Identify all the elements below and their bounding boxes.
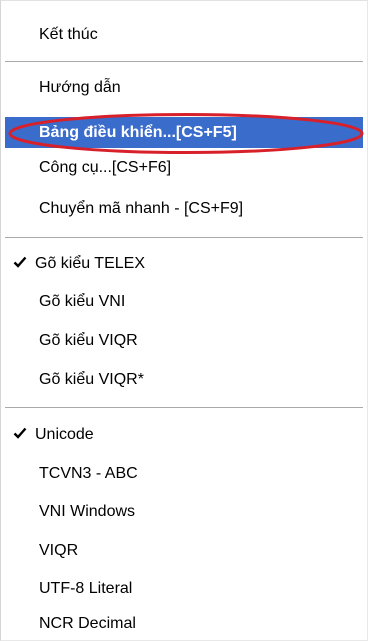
menu-item-label: Gõ kiểu VIQR*: [39, 370, 144, 388]
menu-separator: [5, 407, 363, 408]
menu-item-label: VNI Windows: [39, 502, 136, 520]
menu-item-label: Gõ kiểu TELEX: [35, 254, 145, 272]
menu-item-typing-vni[interactable]: Gõ kiểu VNI: [5, 286, 363, 317]
menu-item-typing-viqr[interactable]: Gõ kiểu VIQR: [5, 325, 363, 356]
menu-item-label: Hướng dẫn: [39, 78, 121, 96]
menu-item-charset-utf8-literal[interactable]: UTF-8 Literal: [5, 573, 363, 604]
context-menu: Kết thúc Hướng dẫn Bảng điều khiển...[CS…: [0, 0, 368, 641]
menu-item-tools[interactable]: Công cụ...[CS+F6]: [5, 152, 363, 183]
menu-item-guide[interactable]: Hướng dẫn: [5, 72, 363, 103]
menu-item-label: VIQR: [39, 541, 79, 559]
menu-item-label: TCVN3 - ABC: [39, 464, 138, 482]
menu-item-label: Chuyển mã nhanh - [CS+F9]: [39, 199, 244, 217]
menu-item-label: Gõ kiểu VNI: [39, 292, 126, 310]
menu-item-control-panel[interactable]: Bảng điều khiển...[CS+F5]: [5, 117, 363, 148]
checkmark-icon: [13, 427, 27, 439]
menu-item-exit[interactable]: Kết thúc: [5, 19, 363, 50]
menu-item-quick-convert[interactable]: Chuyển mã nhanh - [CS+F9]: [5, 193, 363, 224]
menu-item-label: Unicode: [35, 425, 94, 443]
menu-item-charset-vni-windows[interactable]: VNI Windows: [5, 496, 363, 527]
menu-item-label: Công cụ...[CS+F6]: [39, 158, 172, 176]
menu-item-label: UTF-8 Literal: [39, 579, 133, 597]
menu-separator: [5, 61, 363, 62]
menu-separator: [5, 237, 363, 238]
menu-item-charset-viqr[interactable]: VIQR: [5, 535, 363, 566]
menu-item-label: Gõ kiểu VIQR: [39, 331, 138, 349]
menu-item-typing-telex[interactable]: Gõ kiểu TELEX: [5, 248, 363, 279]
menu-item-label: NCR Decimal: [39, 614, 136, 632]
menu-item-charset-unicode[interactable]: Unicode: [5, 419, 363, 450]
menu-item-charset-ncr-decimal[interactable]: NCR Decimal: [5, 608, 363, 639]
menu-item-charset-tcvn3[interactable]: TCVN3 - ABC: [5, 458, 363, 489]
menu-item-label: Bảng điều khiển...[CS+F5]: [39, 123, 237, 141]
menu-item-label: Kết thúc: [39, 25, 98, 43]
checkmark-icon: [13, 256, 27, 268]
menu-item-typing-viqr-star[interactable]: Gõ kiểu VIQR*: [5, 364, 363, 395]
